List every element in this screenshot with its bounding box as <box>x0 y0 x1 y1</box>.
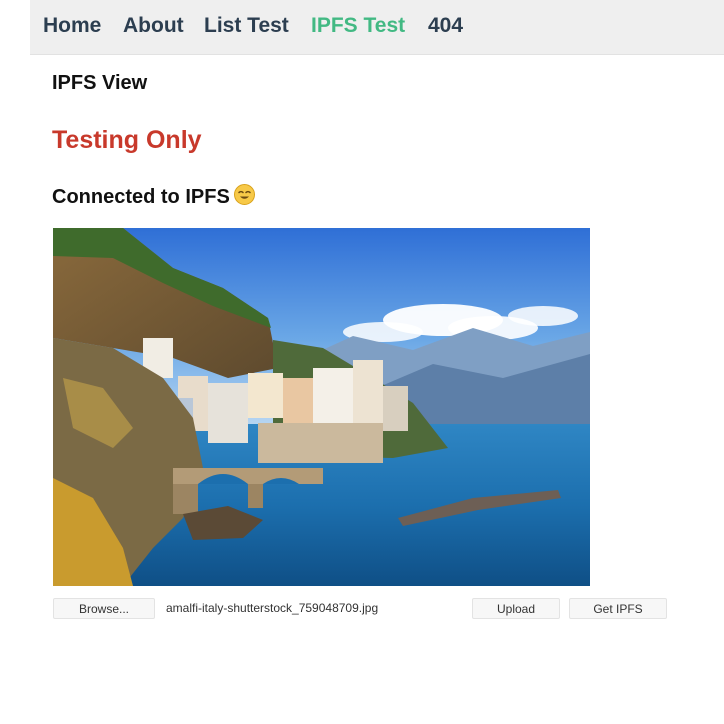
connection-status-label: Connected to IPFS <box>52 186 230 208</box>
nav-link-404[interactable]: 404 <box>428 13 463 39</box>
nav-link-about[interactable]: About <box>123 13 184 39</box>
nav-link-home[interactable]: Home <box>43 13 101 39</box>
selected-file-name: amalfi-italy-shutterstock_759048709.jpg <box>166 601 379 615</box>
nav-link-ipfs-test[interactable]: IPFS Test <box>311 13 405 39</box>
browse-button[interactable]: Browse... <box>53 598 155 619</box>
upload-button[interactable]: Upload <box>472 598 560 619</box>
view-title: IPFS View <box>52 72 148 94</box>
file-controls: Browse... amalfi-italy-shutterstock_7590… <box>53 598 673 620</box>
smiling-face-icon <box>233 184 255 212</box>
uploaded-image-preview <box>53 228 590 586</box>
connection-status: Connected to IPFS <box>52 184 255 212</box>
get-ipfs-button[interactable]: Get IPFS <box>569 598 667 619</box>
testing-only-warning: Testing Only <box>52 126 202 154</box>
coastal-town-image <box>53 228 590 586</box>
page: Home About List Test IPFS Test 404 IPFS … <box>0 0 724 724</box>
nav-link-list-test[interactable]: List Test <box>204 13 289 39</box>
top-nav: Home About List Test IPFS Test 404 <box>30 0 724 55</box>
